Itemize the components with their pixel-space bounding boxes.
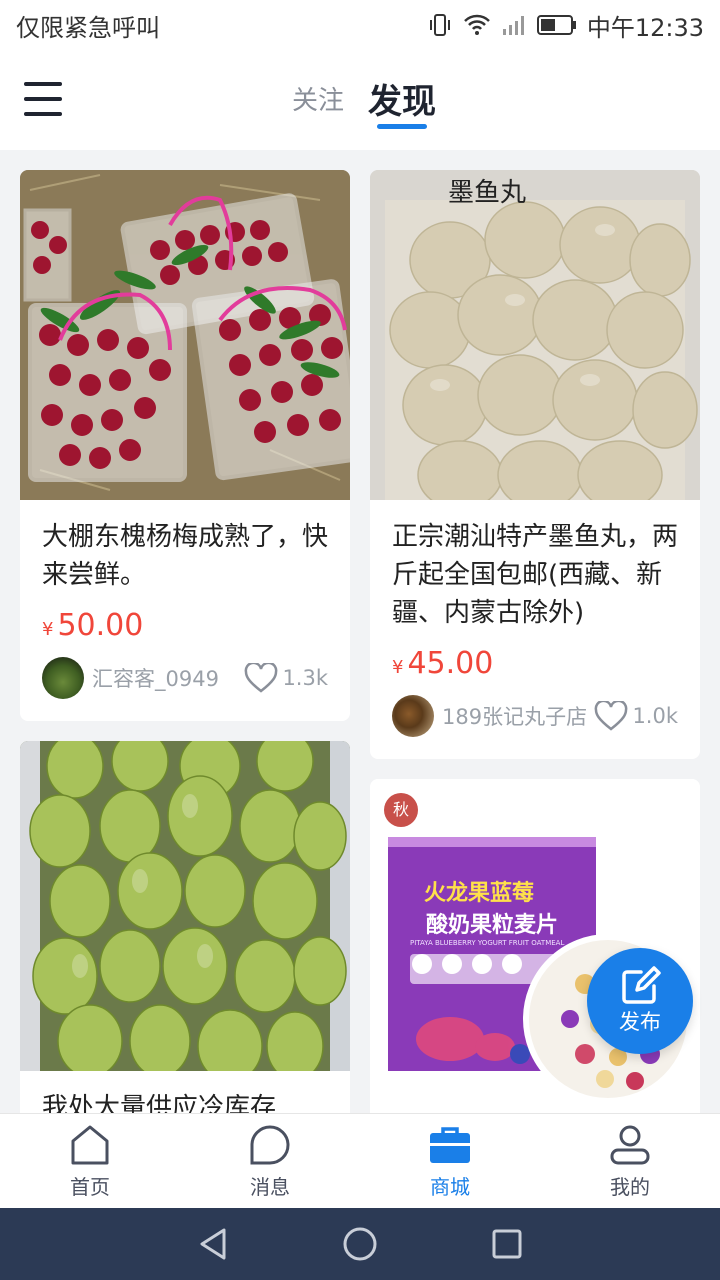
tab-messages[interactable]: 消息 (180, 1114, 360, 1208)
package-subtitle: PITAYA BLUEBERRY YOGURT FRUIT OATMEAL (410, 939, 565, 947)
seller-name[interactable]: 189张记丸子店 (442, 701, 594, 731)
heart-icon (245, 663, 278, 693)
carrier-text: 仅限紧急呼叫 (16, 13, 160, 42)
product-image-bayberry (20, 170, 350, 500)
product-title: 我处大量供应冷库存 (42, 1093, 277, 1113)
seller-avatar[interactable] (392, 695, 434, 737)
clock-text: 中午12:33 (586, 13, 704, 42)
active-tab-indicator (377, 124, 427, 129)
recents-icon[interactable] (490, 1227, 524, 1261)
tab-discover[interactable]: 发现 (368, 74, 436, 123)
menu-button[interactable] (24, 82, 62, 116)
product-title: 正宗潮汕特产墨鱼丸，两斤起全国包邮(西藏、新疆、内蒙古除外) (392, 522, 678, 628)
seller-avatar[interactable] (42, 657, 84, 699)
like-button[interactable]: 1.0k (594, 701, 678, 731)
signal-icon (501, 13, 527, 37)
menu-icon-bar (24, 112, 62, 116)
wifi-icon (463, 13, 491, 37)
package-title-1: 火龙果蓝莓 (424, 881, 535, 906)
package-label: 墨鱼丸 (448, 178, 527, 208)
vibrate-icon (427, 12, 453, 38)
product-image-cuttlefish-balls: 墨鱼丸 (370, 170, 700, 500)
publish-button[interactable]: 发布 (587, 948, 693, 1054)
status-bar: 仅限紧急呼叫 中午12:33 (0, 0, 720, 50)
product-card[interactable]: 秋 火龙果蓝莓 酸奶果粒麦片 PITAYA BLUEBERRY YOGURT F… (370, 779, 700, 1113)
home-icon (71, 1125, 109, 1164)
home-circle-icon[interactable] (342, 1226, 378, 1262)
edit-icon (622, 966, 661, 1004)
product-price: ¥45.00 (392, 646, 494, 681)
feed-column-left: 大棚东槐杨梅成熟了，快来尝鲜。 ¥50.00 汇容客_0949 1.3k 我处大… (20, 170, 350, 1113)
menu-icon-bar (24, 97, 62, 101)
publish-label: 发布 (619, 1010, 661, 1034)
message-icon (250, 1124, 290, 1164)
product-card[interactable]: 大棚东槐杨梅成熟了，快来尝鲜。 ¥50.00 汇容客_0949 1.3k (20, 170, 350, 721)
tab-shop[interactable]: 商城 (360, 1114, 540, 1208)
tab-home[interactable]: 首页 (0, 1114, 180, 1208)
product-card[interactable]: 墨鱼丸 正宗潮汕特产墨鱼丸，两斤起全国包邮(西藏、新疆、内蒙古除外) ¥45.0… (370, 170, 700, 759)
battery-icon (536, 14, 577, 36)
bottom-tab-bar: 首页 消息 商城 我的 (0, 1113, 720, 1208)
like-button[interactable]: 1.3k (244, 663, 328, 693)
like-count: 1.0k (632, 704, 678, 728)
seller-name[interactable]: 汇容客_0949 (92, 663, 244, 693)
heart-icon (595, 701, 628, 731)
top-header: 关注 发现 (0, 50, 720, 150)
user-icon (610, 1125, 650, 1164)
system-nav-bar (0, 1208, 720, 1280)
shop-bag-icon (430, 1126, 470, 1163)
product-price: ¥50.00 (42, 608, 144, 643)
product-image-pears (20, 741, 350, 1071)
like-count: 1.3k (282, 666, 328, 690)
product-title: 大棚东槐杨梅成熟了，快来尝鲜。 (42, 522, 328, 590)
tab-follow[interactable]: 关注 (292, 80, 344, 117)
product-image-oatmeal: 秋 火龙果蓝莓 酸奶果粒麦片 PITAYA BLUEBERRY YOGURT F… (370, 779, 700, 1109)
package-title-2: 酸奶果粒麦片 (426, 913, 559, 938)
product-card[interactable]: 我处大量供应冷库存 (20, 741, 350, 1113)
menu-icon-bar (24, 82, 62, 86)
tab-profile[interactable]: 我的 (540, 1114, 720, 1208)
back-icon[interactable] (196, 1226, 230, 1262)
